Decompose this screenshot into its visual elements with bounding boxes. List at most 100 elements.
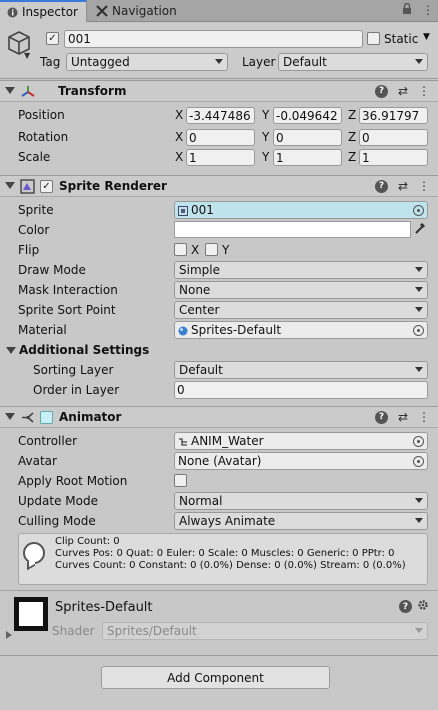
object-picker-icon[interactable] bbox=[413, 205, 424, 216]
layer-dropdown[interactable]: Default bbox=[278, 53, 428, 71]
sprite-renderer-title: Sprite Renderer bbox=[59, 179, 167, 193]
mask-interaction-dropdown[interactable]: None bbox=[174, 281, 428, 299]
scale-z-field[interactable]: 1 bbox=[359, 149, 428, 166]
position-label: Position bbox=[18, 108, 65, 122]
sprite-sort-point-label: Sprite Sort Point bbox=[18, 303, 116, 317]
flip-y-checkbox[interactable] bbox=[205, 243, 218, 256]
flip-x-label: X bbox=[191, 243, 200, 257]
scale-y-field[interactable]: 1 bbox=[273, 149, 342, 166]
axis-x-label: X bbox=[175, 130, 184, 144]
apply-root-motion-checkbox[interactable] bbox=[174, 474, 187, 487]
controller-field[interactable]: ANIM_Water bbox=[174, 432, 428, 450]
kebab-menu-icon[interactable]: ⋮ bbox=[418, 410, 430, 424]
update-mode-dropdown[interactable]: Normal bbox=[174, 492, 428, 510]
info-line: Curves Count: 0 Constant: 0 (0.0%) Dense… bbox=[55, 560, 406, 571]
sprite-renderer-icon bbox=[20, 179, 35, 197]
color-label: Color bbox=[18, 223, 50, 237]
foldout-arrow-icon[interactable] bbox=[5, 413, 15, 420]
help-icon[interactable]: ? bbox=[374, 179, 388, 193]
chevron-down-icon bbox=[415, 59, 423, 64]
tag-value: Untagged bbox=[71, 55, 130, 69]
culling-mode-value: Always Animate bbox=[179, 514, 276, 528]
chevron-down-icon bbox=[215, 59, 223, 64]
material-section: Sprites-Default ? Shader Sprites/Default bbox=[0, 590, 438, 648]
preset-sliders-icon[interactable]: ⇄ bbox=[398, 179, 408, 193]
chevron-down-icon bbox=[415, 287, 423, 292]
position-y-field[interactable]: -0.049642 bbox=[273, 107, 342, 124]
sprite-asset-icon bbox=[178, 205, 188, 216]
kebab-menu-icon[interactable]: ⋮ bbox=[422, 3, 434, 18]
axis-z-label: Z bbox=[348, 108, 357, 122]
static-dropdown-icon[interactable]: ▼ bbox=[423, 32, 430, 42]
object-picker-icon[interactable] bbox=[413, 436, 424, 447]
object-picker-icon[interactable] bbox=[413, 325, 424, 336]
axis-z-label: Z bbox=[348, 130, 357, 144]
draw-mode-dropdown[interactable]: Simple bbox=[174, 261, 428, 279]
sorting-layer-dropdown[interactable]: Default bbox=[174, 361, 428, 379]
add-component-button[interactable]: Add Component bbox=[101, 666, 330, 689]
sorting-layer-label: Sorting Layer bbox=[33, 363, 114, 377]
static-checkbox[interactable] bbox=[367, 32, 380, 45]
order-in-layer-label: Order in Layer bbox=[33, 383, 120, 397]
sprite-renderer-header[interactable]: ✓ Sprite Renderer ? ⇄ ⋮ bbox=[0, 175, 438, 197]
material-name: Sprites-Default bbox=[55, 600, 153, 615]
axis-x-label: X bbox=[175, 108, 184, 122]
order-in-layer-field[interactable]: 0 bbox=[174, 381, 428, 399]
rotation-y-field[interactable]: 0 bbox=[273, 129, 342, 146]
chevron-down-icon bbox=[415, 267, 423, 272]
eyedropper-icon[interactable] bbox=[414, 222, 426, 238]
color-swatch-field[interactable] bbox=[174, 221, 411, 238]
axis-z-label: Z bbox=[348, 150, 357, 164]
object-header: ▼ ✓ 001 Static ▼ Tag Untagged Layer Defa… bbox=[0, 23, 438, 79]
tag-dropdown[interactable]: Untagged bbox=[66, 53, 228, 71]
active-checkbox[interactable]: ✓ bbox=[46, 32, 59, 45]
foldout-arrow-icon[interactable] bbox=[6, 631, 12, 639]
transform-title: Transform bbox=[58, 84, 127, 98]
sorting-layer-value: Default bbox=[179, 363, 223, 377]
object-name-input[interactable]: 001 bbox=[64, 30, 363, 48]
kebab-menu-icon[interactable]: ⋮ bbox=[418, 179, 430, 193]
layer-label: Layer bbox=[242, 55, 276, 69]
additional-settings-label[interactable]: Additional Settings bbox=[19, 343, 149, 357]
animator-header[interactable]: Animator ? ⇄ ⋮ bbox=[0, 406, 438, 428]
help-icon[interactable]: ? bbox=[374, 410, 388, 424]
tab-navigation[interactable]: Navigation bbox=[90, 0, 200, 22]
foldout-arrow-icon[interactable] bbox=[5, 87, 15, 94]
preset-sliders-icon[interactable]: ⇄ bbox=[398, 84, 408, 98]
material-value: Sprites-Default bbox=[191, 323, 282, 337]
sprite-sort-point-value: Center bbox=[179, 303, 220, 317]
animator-title: Animator bbox=[59, 410, 122, 424]
preset-sliders-icon[interactable]: ⇄ bbox=[398, 410, 408, 424]
flip-x-checkbox[interactable] bbox=[174, 243, 187, 256]
rotation-x-field[interactable]: 0 bbox=[186, 129, 255, 146]
scale-x-field[interactable]: 1 bbox=[186, 149, 255, 166]
help-icon[interactable]: ? bbox=[374, 84, 388, 98]
object-picker-icon[interactable] bbox=[413, 456, 424, 467]
transform-axes-icon bbox=[20, 84, 36, 103]
lock-icon[interactable] bbox=[402, 2, 412, 18]
draw-mode-value: Simple bbox=[179, 263, 220, 277]
sprite-renderer-enabled-checkbox[interactable]: ✓ bbox=[40, 180, 53, 193]
help-icon[interactable]: ? bbox=[399, 600, 412, 613]
tab-navigation-label: Navigation bbox=[112, 4, 177, 18]
tab-inspector[interactable]: Inspector bbox=[0, 0, 87, 22]
position-x-field[interactable]: -3.447486 bbox=[186, 107, 255, 124]
foldout-arrow-icon[interactable] bbox=[5, 182, 15, 189]
axis-x-label: X bbox=[175, 150, 184, 164]
gear-icon[interactable] bbox=[417, 599, 429, 614]
icon-dropdown-arrow-icon[interactable]: ▼ bbox=[24, 51, 30, 60]
material-field[interactable]: Sprites-Default bbox=[174, 321, 428, 339]
sprite-sort-point-dropdown[interactable]: Center bbox=[174, 301, 428, 319]
tab-inspector-label: Inspector bbox=[22, 5, 78, 19]
sprite-value: 001 bbox=[191, 203, 214, 217]
position-z-field[interactable]: 36.91797 bbox=[359, 107, 428, 124]
shader-value: Sprites/Default bbox=[107, 624, 197, 638]
sprite-field[interactable]: 001 bbox=[174, 201, 428, 219]
kebab-menu-icon[interactable]: ⋮ bbox=[418, 84, 430, 98]
animator-enabled-checkbox[interactable] bbox=[40, 411, 53, 424]
transform-header[interactable]: Transform ? ⇄ ⋮ bbox=[0, 80, 438, 102]
foldout-arrow-icon[interactable] bbox=[6, 347, 16, 354]
rotation-z-field[interactable]: 0 bbox=[359, 129, 428, 146]
avatar-field[interactable]: None (Avatar) bbox=[174, 452, 428, 470]
culling-mode-dropdown[interactable]: Always Animate bbox=[174, 512, 428, 530]
